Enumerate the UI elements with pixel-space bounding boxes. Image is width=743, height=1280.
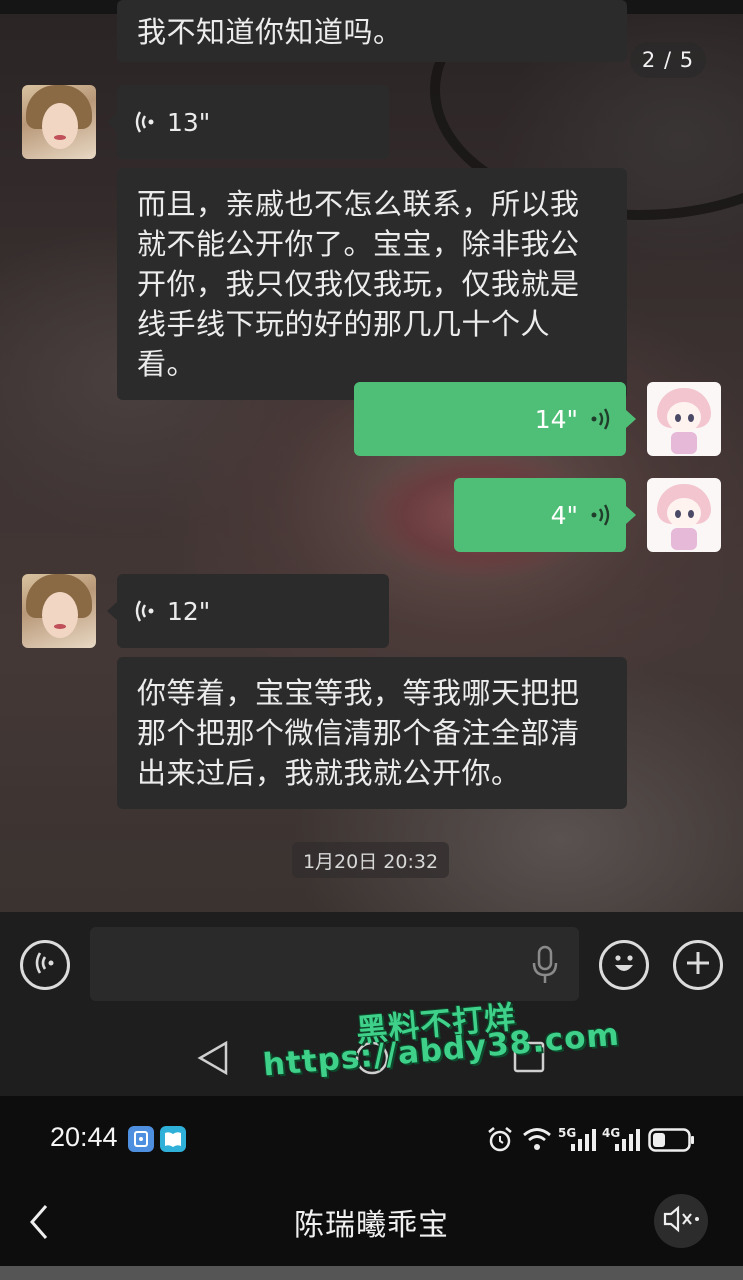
emoji-icon — [607, 946, 641, 984]
my-avatar[interactable] — [647, 478, 721, 552]
chat-header: 陈瑞曦乖宝 — [0, 1182, 743, 1266]
signal-icon — [570, 1128, 596, 1156]
voice-input-button[interactable] — [20, 940, 70, 990]
message-line: 就不能公开你了。宝宝，除非我公 — [137, 227, 580, 261]
chat-input-bar — [0, 912, 743, 1018]
reader-app-icon — [160, 1126, 186, 1152]
status-clock: 20:44 — [50, 1122, 118, 1152]
battery-icon — [648, 1128, 696, 1156]
incoming-text-bubble[interactable]: 而且，亲戚也不怎么联系，所以我 就不能公开你了。宝宝，除非我公 开你，我只仅我仅… — [117, 168, 627, 400]
voice-duration: 4" — [550, 500, 578, 530]
contact-avatar[interactable] — [22, 574, 96, 648]
message-input[interactable] — [90, 927, 579, 1001]
nav-back-triangle-icon[interactable] — [196, 1040, 230, 1080]
message-line: 你等着，宝宝等我，等我哪天把把 — [137, 676, 580, 710]
outgoing-voice-message[interactable]: 4" — [454, 478, 636, 552]
voice-wave-icon — [135, 598, 155, 624]
microphone-icon[interactable] — [530, 945, 560, 989]
nav-home-circle-icon[interactable] — [354, 1040, 390, 1080]
voice-duration: 12" — [167, 596, 211, 626]
mute-icon — [662, 1205, 700, 1237]
message-line: 出来过后，我就我就公开你。 — [137, 756, 521, 790]
incoming-voice-message[interactable]: 13" — [107, 85, 389, 159]
app-notification-icon — [128, 1126, 154, 1152]
outgoing-voice-message[interactable]: 14" — [354, 382, 636, 456]
voice-input-icon — [34, 950, 56, 980]
message-line: 而且，亲戚也不怎么联系，所以我 — [137, 187, 580, 221]
voice-wave-icon — [590, 406, 610, 432]
mute-button[interactable] — [654, 1194, 708, 1248]
alarm-icon — [486, 1126, 514, 1158]
photo-page-indicator: 2 / 5 — [630, 42, 706, 78]
message-text: 我不知道你知道吗。 — [137, 15, 403, 49]
incoming-text-bubble[interactable]: 你等着，宝宝等我，等我哪天把把 那个把那个微信清那个备注全部清 出来过后，我就我… — [117, 657, 627, 809]
contact-avatar[interactable] — [22, 85, 96, 159]
message-timestamp: 1月20日 20:32 — [292, 842, 449, 878]
voice-duration: 14" — [534, 404, 578, 434]
chat-title: 陈瑞曦乖宝 — [294, 1208, 449, 1243]
message-line: 线手线下玩的好的那几几十个人看。 — [137, 307, 551, 381]
incoming-voice-message[interactable]: 12" — [107, 574, 389, 648]
bottom-edge — [0, 1266, 743, 1280]
voice-wave-icon — [590, 502, 610, 528]
chat-message-area[interactable]: 2 / 5 我不知道你知道吗。 13" 而且，亲戚也不怎么联系，所以我 就不能公… — [0, 0, 743, 912]
voice-wave-icon — [135, 109, 155, 135]
signal-icon — [614, 1128, 640, 1156]
system-navigation-bar — [0, 1018, 743, 1096]
message-line: 开你，我只仅我仅我玩，仅我就是 — [137, 267, 580, 301]
nav-recents-square-icon[interactable] — [512, 1040, 546, 1078]
incoming-text-bubble[interactable]: 我不知道你知道吗。 — [117, 0, 627, 62]
my-avatar[interactable] — [647, 382, 721, 456]
plus-icon — [684, 949, 712, 981]
message-line: 那个把那个微信清那个备注全部清 — [137, 716, 580, 750]
status-bar: 20:44 5G 4G — [0, 1096, 743, 1182]
voice-duration: 13" — [167, 107, 211, 137]
emoji-button[interactable] — [599, 940, 649, 990]
more-functions-button[interactable] — [673, 940, 723, 990]
wifi-icon — [522, 1126, 552, 1156]
